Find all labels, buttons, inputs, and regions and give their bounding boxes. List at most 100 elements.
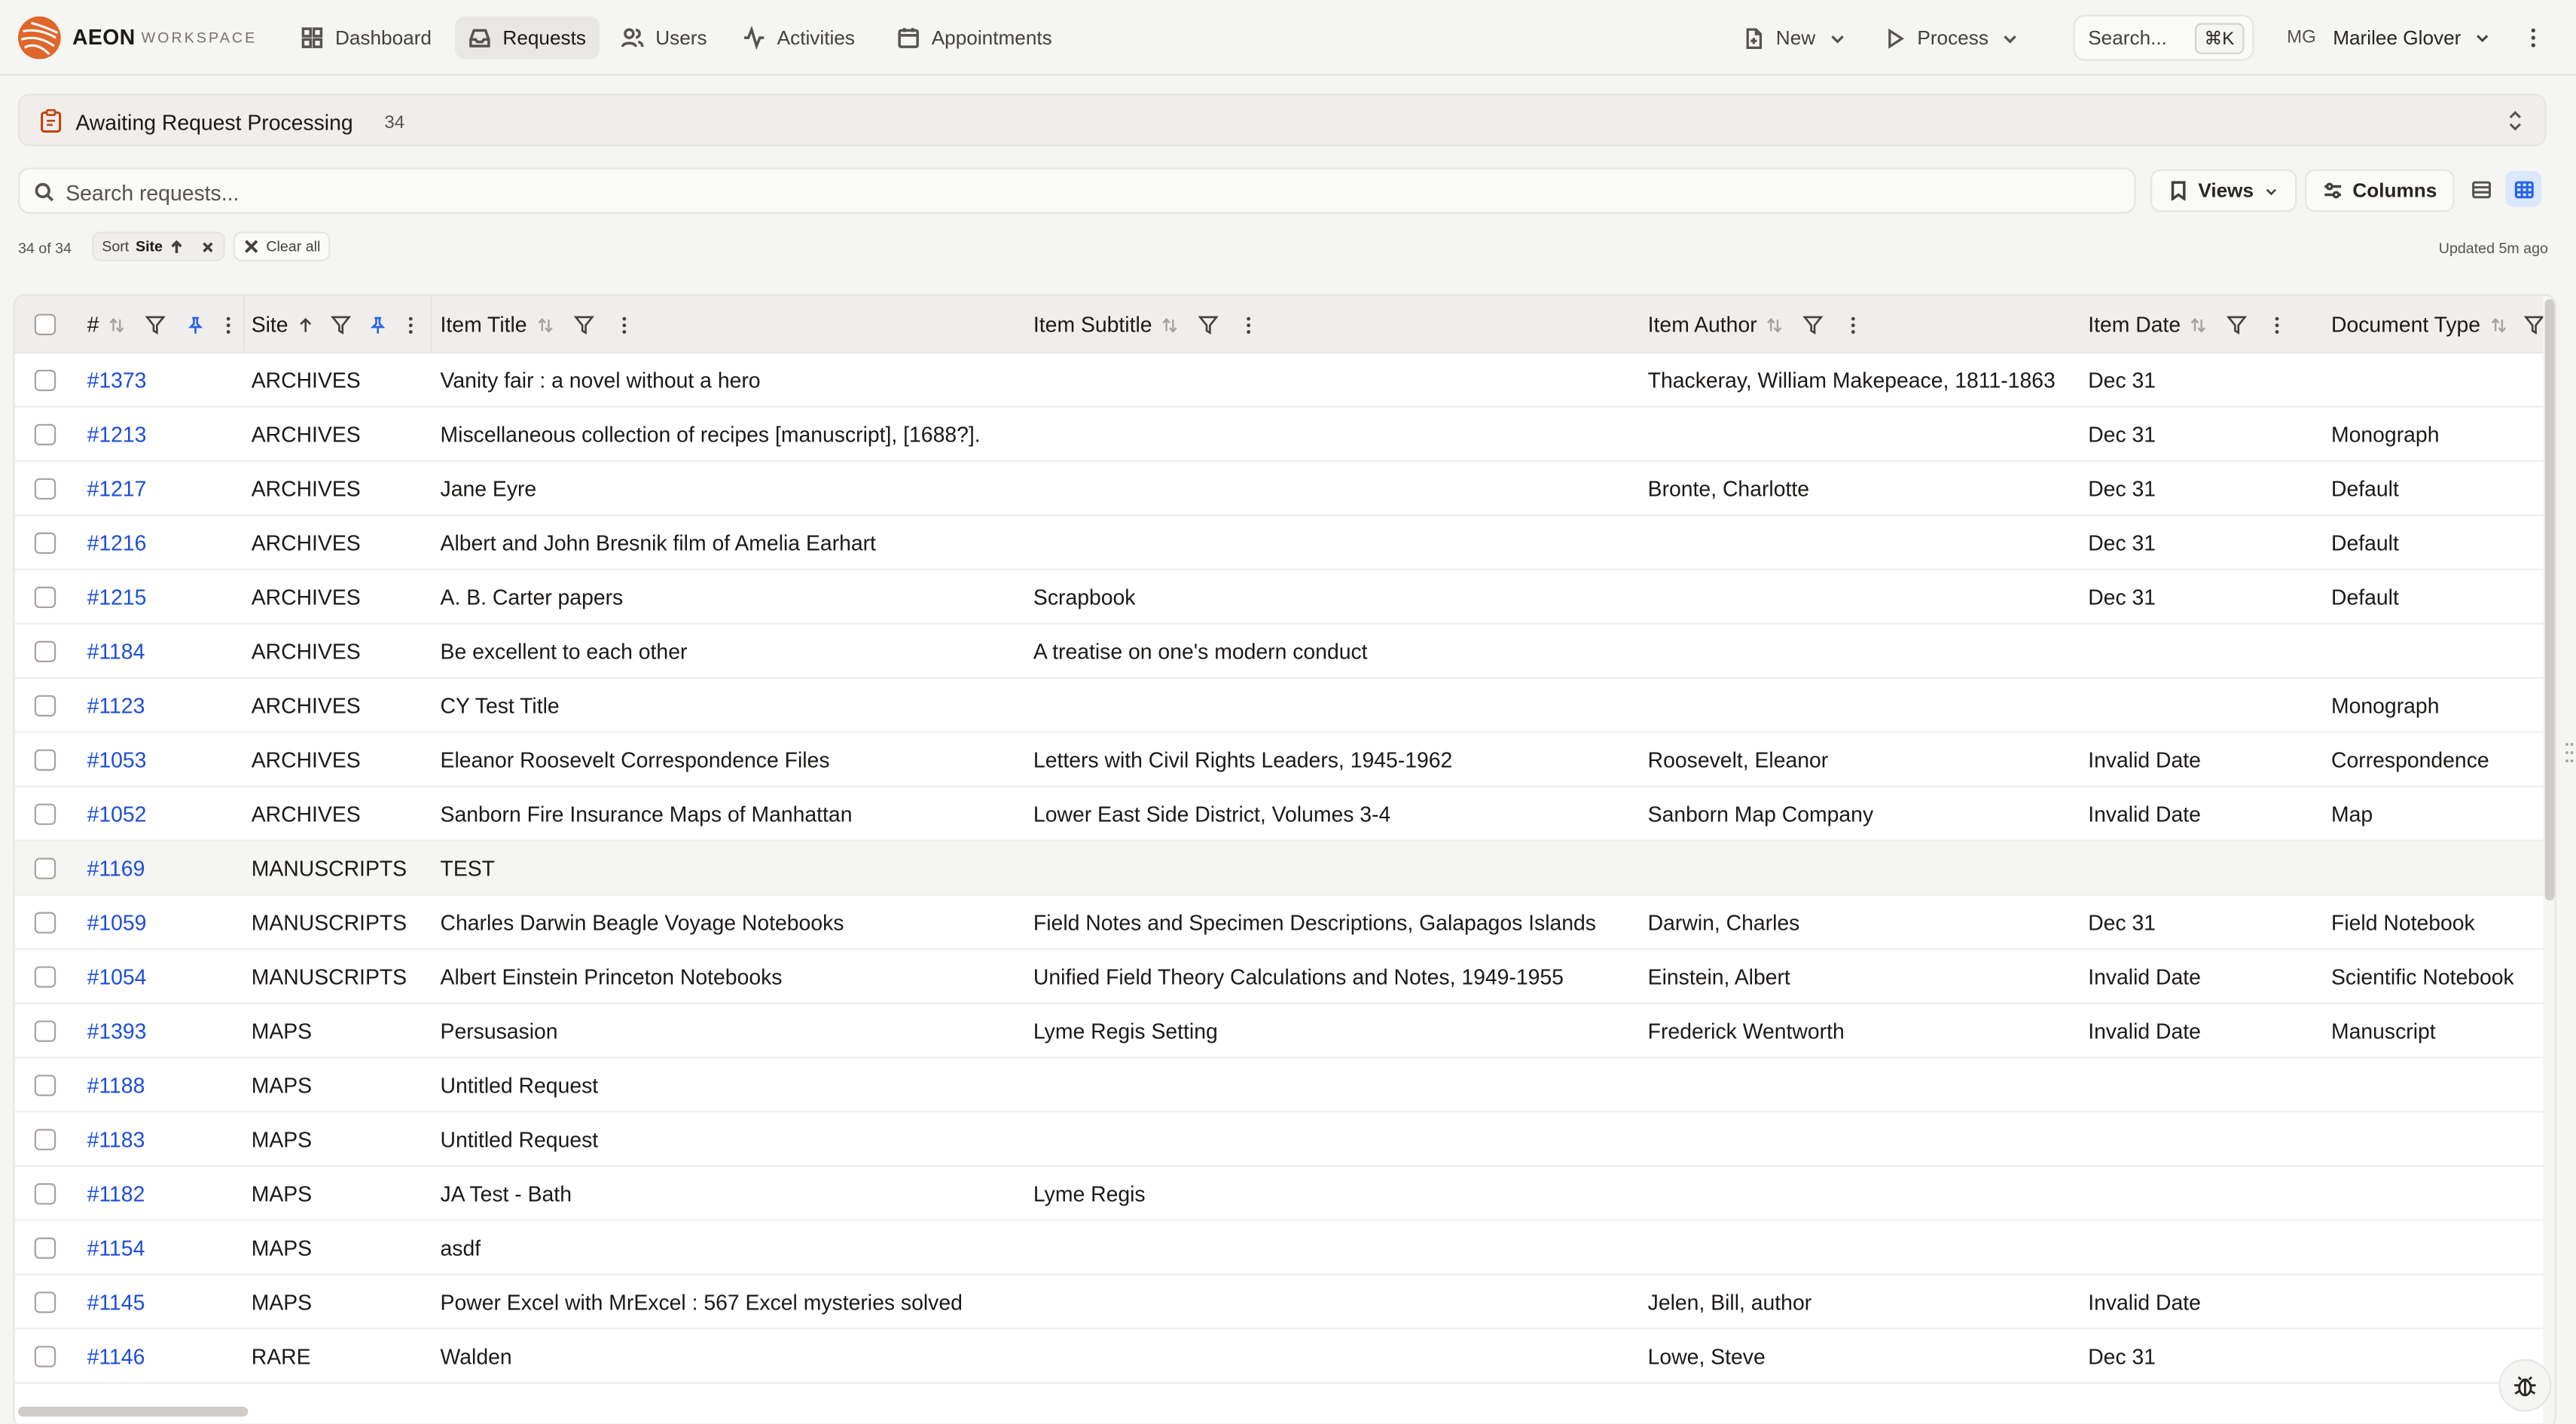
table-row[interactable]: #1217 ARCHIVES Jane Eyre Bronte, Charlotte D…: [14, 462, 2545, 516]
request-id-link[interactable]: #1169: [87, 856, 145, 881]
column-resizer[interactable]: [430, 295, 432, 353]
request-id-link[interactable]: #1215: [87, 585, 147, 610]
request-id-link[interactable]: #1059: [87, 910, 147, 935]
queue-selector[interactable]: Awaiting Request Processing 34: [17, 93, 2547, 147]
row-checkbox[interactable]: [34, 966, 56, 988]
column-menu-icon[interactable]: [408, 315, 415, 335]
select-all-checkbox[interactable]: [34, 313, 56, 335]
col-header-title[interactable]: Item Title: [441, 296, 627, 353]
user-name[interactable]: Marilee Glover: [2333, 26, 2461, 50]
table-row[interactable]: #1145 MAPS Power Excel with MrExcel : 567 …: [14, 1276, 2545, 1330]
table-view-toggle[interactable]: [2505, 170, 2542, 207]
request-id-link[interactable]: #1216: [87, 531, 147, 556]
table-row[interactable]: #1154 MAPS asdf: [14, 1221, 2545, 1276]
row-checkbox[interactable]: [34, 1183, 56, 1205]
filter-icon[interactable]: [1198, 314, 1219, 335]
col-header-site[interactable]: Site: [252, 296, 415, 353]
nav-users[interactable]: Users: [608, 17, 720, 60]
row-checkbox[interactable]: [34, 1291, 56, 1313]
new-button[interactable]: New: [1743, 17, 1848, 60]
row-checkbox[interactable]: [34, 640, 56, 662]
col-header-author[interactable]: Item Author: [1648, 296, 1857, 353]
column-menu-icon[interactable]: [621, 315, 627, 335]
sort-chip[interactable]: Sort Site: [92, 231, 225, 261]
user-avatar[interactable]: MG: [2287, 28, 2316, 47]
table-row[interactable]: #1213 ARCHIVES Miscellaneous collection of…: [14, 408, 2545, 462]
row-checkbox[interactable]: [34, 532, 56, 555]
column-menu-icon[interactable]: [225, 315, 232, 335]
nav-appointments[interactable]: Appointments: [884, 17, 1065, 60]
clear-all-button[interactable]: Clear all: [233, 231, 331, 261]
table-row[interactable]: #1054 MANUSCRIPTS Albert Einstein Princeto…: [14, 950, 2545, 1004]
global-search-button[interactable]: Search... ⌘K: [2073, 14, 2254, 61]
nav-requests[interactable]: Requests: [455, 16, 600, 60]
user-menu-chevron-icon[interactable]: [2473, 28, 2492, 47]
columns-button[interactable]: Columns: [2305, 169, 2455, 212]
col-header-id[interactable]: #: [87, 296, 232, 353]
remove-sort-icon[interactable]: [200, 239, 215, 254]
sort-icon[interactable]: [2490, 316, 2507, 333]
column-menu-icon[interactable]: [1851, 315, 1857, 335]
column-menu-icon[interactable]: [1246, 315, 1253, 335]
request-id-link[interactable]: #1188: [87, 1073, 145, 1098]
filter-icon[interactable]: [145, 314, 166, 335]
request-id-link[interactable]: #1183: [87, 1127, 145, 1152]
table-row[interactable]: #1146 RARE Walden Lowe, Steve Dec 31: [14, 1330, 2545, 1384]
column-resizer[interactable]: [243, 295, 245, 353]
filter-icon[interactable]: [2227, 314, 2248, 335]
pin-icon[interactable]: [186, 315, 206, 335]
request-id-link[interactable]: #1217: [87, 477, 147, 502]
row-checkbox[interactable]: [34, 1129, 56, 1151]
row-checkbox[interactable]: [34, 586, 56, 609]
col-header-doctype[interactable]: Document Type: [2331, 296, 2544, 353]
panel-resize-grip-icon[interactable]: [2565, 740, 2574, 766]
row-checkbox[interactable]: [34, 749, 56, 771]
sort-icon[interactable]: [1767, 316, 1784, 333]
more-vertical-icon[interactable]: [2523, 26, 2543, 50]
request-id-link[interactable]: #1053: [87, 747, 147, 772]
row-checkbox[interactable]: [34, 1346, 56, 1367]
sort-ascending-icon[interactable]: [298, 316, 315, 333]
debug-button[interactable]: [2498, 1358, 2552, 1412]
filter-icon[interactable]: [331, 314, 353, 335]
request-id-link[interactable]: #1145: [87, 1290, 145, 1315]
sort-icon[interactable]: [537, 316, 554, 333]
table-row[interactable]: #1059 MANUSCRIPTS Charles Darwin Beagle Vo…: [14, 896, 2545, 950]
request-id-link[interactable]: #1182: [87, 1181, 145, 1206]
pin-icon[interactable]: [368, 315, 388, 335]
process-button[interactable]: Process: [1885, 17, 2022, 60]
row-checkbox[interactable]: [34, 1237, 56, 1259]
views-button[interactable]: Views: [2150, 169, 2297, 212]
row-checkbox[interactable]: [34, 803, 56, 825]
table-row[interactable]: #1216 ARCHIVES Albert and John Bresnik fil…: [14, 516, 2545, 570]
table-row[interactable]: #1393 MAPS Persusasion Lyme Regis Setting Fr…: [14, 1004, 2545, 1059]
table-row[interactable]: #1053 ARCHIVES Eleanor Roosevelt Correspon…: [14, 733, 2545, 787]
request-id-link[interactable]: #1052: [87, 802, 147, 827]
aeon-logo-icon[interactable]: [17, 15, 63, 61]
request-id-link[interactable]: #1054: [87, 964, 147, 989]
row-checkbox[interactable]: [34, 857, 56, 879]
horizontal-scrollbar-thumb[interactable]: [17, 1407, 249, 1417]
list-view-toggle[interactable]: [2462, 171, 2498, 207]
table-row[interactable]: #1188 MAPS Untitled Request: [14, 1059, 2545, 1113]
request-id-link[interactable]: #1393: [87, 1019, 147, 1044]
filter-icon[interactable]: [573, 314, 594, 335]
request-id-link[interactable]: #1123: [87, 693, 145, 718]
col-header-date[interactable]: Item Date: [2088, 296, 2281, 353]
row-checkbox[interactable]: [34, 695, 56, 717]
filter-icon[interactable]: [1803, 314, 1824, 335]
table-row[interactable]: #1184 ARCHIVES Be excellent to each other A…: [14, 625, 2545, 679]
row-checkbox[interactable]: [34, 1020, 56, 1042]
brand-name[interactable]: AEON: [72, 25, 136, 50]
row-checkbox[interactable]: [34, 1074, 56, 1096]
filter-icon[interactable]: [2523, 314, 2544, 335]
table-row[interactable]: #1183 MAPS Untitled Request: [14, 1113, 2545, 1167]
row-checkbox[interactable]: [34, 423, 56, 446]
request-id-link[interactable]: #1154: [87, 1236, 145, 1261]
request-id-link[interactable]: #1213: [87, 423, 147, 448]
table-row[interactable]: #1169 MANUSCRIPTS TEST: [14, 841, 2545, 896]
vertical-scrollbar-thumb[interactable]: [2544, 298, 2555, 901]
row-checkbox[interactable]: [34, 912, 56, 934]
request-id-link[interactable]: #1146: [87, 1344, 145, 1369]
row-checkbox[interactable]: [34, 369, 56, 392]
